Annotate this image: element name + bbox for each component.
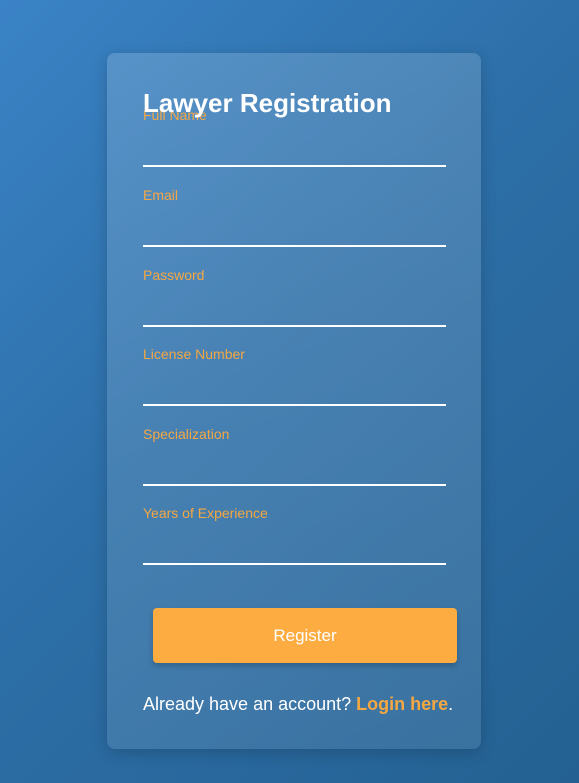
- login-prompt-text: Already have an account?: [143, 694, 357, 714]
- specialization-label: Specialization: [143, 426, 230, 442]
- years-of-experience-label: Years of Experience: [143, 505, 268, 521]
- email-input[interactable]: [143, 205, 446, 247]
- license-number-field: License Number: [143, 346, 446, 406]
- license-number-input[interactable]: [143, 364, 446, 406]
- specialization-input[interactable]: [143, 444, 446, 486]
- full-name-input[interactable]: [143, 125, 446, 167]
- login-prompt-period: .: [448, 694, 454, 714]
- password-input[interactable]: [143, 285, 446, 327]
- years-of-experience-input[interactable]: [143, 523, 446, 565]
- register-button[interactable]: Register: [153, 608, 457, 663]
- license-number-label: License Number: [143, 346, 245, 362]
- password-label: Password: [143, 267, 205, 283]
- login-link[interactable]: Login here: [356, 694, 448, 714]
- email-field: Email: [143, 187, 446, 247]
- specialization-field: Specialization: [143, 426, 446, 486]
- years-of-experience-field: Years of Experience: [143, 505, 446, 565]
- password-field: Password: [143, 267, 446, 327]
- email-label: Email: [143, 187, 179, 203]
- page-title: Lawyer Registration: [143, 88, 392, 118]
- login-prompt: Already have an account? Login here.: [143, 693, 453, 715]
- registration-card: Full Name Lawyer Registration Email Pass…: [107, 53, 481, 749]
